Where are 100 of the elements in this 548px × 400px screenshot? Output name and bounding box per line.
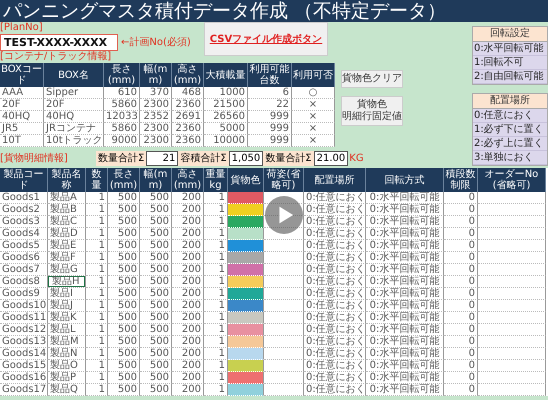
table-cell: 1 xyxy=(86,240,108,252)
column-header: 回転方式 xyxy=(366,168,444,192)
table-cell: 1 xyxy=(86,264,108,276)
table-cell: 500 xyxy=(108,336,140,348)
table-cell: 2691 xyxy=(172,111,204,123)
legend-item: 1:必ず下に置く xyxy=(473,123,547,137)
column-header: 高さ(mm) xyxy=(172,63,204,87)
column-header: 利用可能台数 xyxy=(248,63,292,87)
table-cell: 40HQ xyxy=(44,111,104,123)
table-cell: 500 xyxy=(140,192,172,204)
table-cell: 500 xyxy=(140,276,172,288)
table-cell: 0:水平回転可能 xyxy=(366,336,444,348)
table-cell: 0:水平回転可能 xyxy=(366,372,444,384)
table-cell: 製品G xyxy=(48,264,86,276)
table-cell: 製品I xyxy=(48,288,86,300)
table-cell: 500 xyxy=(140,252,172,264)
column-header: BOX名 xyxy=(44,63,104,87)
table-cell: 0:任意におく xyxy=(304,252,366,264)
table-cell: 製品M xyxy=(48,336,86,348)
column-header: 長さ(mm) xyxy=(104,63,140,87)
table-cell: 2300 xyxy=(140,99,172,111)
table-cell: 500 xyxy=(108,228,140,240)
table-cell: 製品F xyxy=(48,252,86,264)
total-value: 21 xyxy=(146,151,178,166)
section-label: [PlanNo] xyxy=(0,22,44,34)
table-cell: 200 xyxy=(172,264,204,276)
table-cell: 0:任意におく xyxy=(304,204,366,216)
table-cell: 1 xyxy=(86,252,108,264)
table-cell: 0:水平回転可能 xyxy=(366,288,444,300)
csv-button[interactable]: CSVファイル作成ボタン xyxy=(204,22,328,56)
table-cell: 0 xyxy=(444,204,478,216)
table-cell: 10tトラック xyxy=(44,135,104,147)
table-cell: 0:水平回転可能 xyxy=(366,252,444,264)
table-cell: 200 xyxy=(172,300,204,312)
total-label: 数量合計Σ xyxy=(263,151,314,166)
table-cell: 21500 xyxy=(204,99,248,111)
table-cell: 0:任意におく xyxy=(304,276,366,288)
table-cell: 500 xyxy=(108,348,140,360)
table-cell: 500 xyxy=(108,252,140,264)
table-cell: 1 xyxy=(86,384,108,396)
total-value: 21.00 xyxy=(314,151,348,166)
column-header: 貨物色 xyxy=(228,168,264,192)
table-cell: × xyxy=(292,135,335,147)
table-cell: Goods11 xyxy=(0,312,48,324)
table-cell: × xyxy=(292,123,335,135)
sheet-button[interactable]: 貨物色 明細行固定値 xyxy=(341,96,403,126)
legend-item: 2:必ず上に置く xyxy=(473,137,547,151)
table-cell: 200 xyxy=(172,252,204,264)
table-cell: 999 xyxy=(248,111,292,123)
table-cell: 製品J xyxy=(48,300,86,312)
column-header: 幅(mm) xyxy=(140,168,172,192)
table-cell: 0 xyxy=(444,288,478,300)
table-cell: 22 xyxy=(248,99,292,111)
table-cell: 0:任意におく xyxy=(304,372,366,384)
table-cell: 1 xyxy=(86,360,108,372)
table-cell: 0:水平回転可能 xyxy=(366,348,444,360)
table-cell: 500 xyxy=(140,348,172,360)
table-cell: 999 xyxy=(248,123,292,135)
table-cell: 0:任意におく xyxy=(304,300,366,312)
unit-label: KG xyxy=(349,153,364,164)
column-header: BOXコード xyxy=(0,63,44,87)
table-cell: 0 xyxy=(444,216,478,228)
table-cell: 0 xyxy=(444,276,478,288)
table-cell: 製品D xyxy=(48,228,86,240)
table-cell: Goods9 xyxy=(0,288,48,300)
column-header: 利用可否 xyxy=(292,63,335,87)
table-cell: ○ xyxy=(292,87,335,99)
table-cell: 0 xyxy=(444,228,478,240)
table-cell: 370 xyxy=(140,87,172,99)
column-header: 積段数制限 xyxy=(444,168,478,192)
table-cell: 2300 xyxy=(140,123,172,135)
table-cell: 200 xyxy=(172,240,204,252)
table-cell: 40HQ xyxy=(0,111,44,123)
table-cell: 0:水平回転可能 xyxy=(366,228,444,240)
table-cell: 0 xyxy=(444,312,478,324)
table-cell: Goods13 xyxy=(0,336,48,348)
table-cell: 製品H xyxy=(48,276,86,288)
table-cell: 製品E xyxy=(48,240,86,252)
table-cell: Goods6 xyxy=(0,252,48,264)
table-cell: 2352 xyxy=(140,111,172,123)
table-cell: 1 xyxy=(86,300,108,312)
table-cell: 20F xyxy=(0,99,44,111)
sheet-button[interactable]: 貨物色クリア xyxy=(341,70,403,88)
column-header: 長さ(mm) xyxy=(108,168,140,192)
column-header: 高さ(mm) xyxy=(172,168,204,192)
table-cell: Goods2 xyxy=(0,204,48,216)
table-cell: 0 xyxy=(444,252,478,264)
table-cell: 0:水平回転可能 xyxy=(366,240,444,252)
table-cell: 0 xyxy=(444,360,478,372)
legend-item: 3:単独におく xyxy=(473,151,547,165)
total-label: 容積合計Σ xyxy=(178,151,229,166)
plan-number-field[interactable]: TEST-XXXX-XXXX xyxy=(0,34,118,51)
legend-title: 配置場所 xyxy=(473,94,547,109)
table-cell: 500 xyxy=(140,228,172,240)
table-cell: 500 xyxy=(140,336,172,348)
table-cell: 0:水平回転可能 xyxy=(366,300,444,312)
table-cell: 製品Q xyxy=(48,384,86,396)
section-label: [コンテナ/トラック情報] xyxy=(0,51,112,63)
table-cell: JR5 xyxy=(0,123,44,135)
table-cell: Goods15 xyxy=(0,360,48,372)
